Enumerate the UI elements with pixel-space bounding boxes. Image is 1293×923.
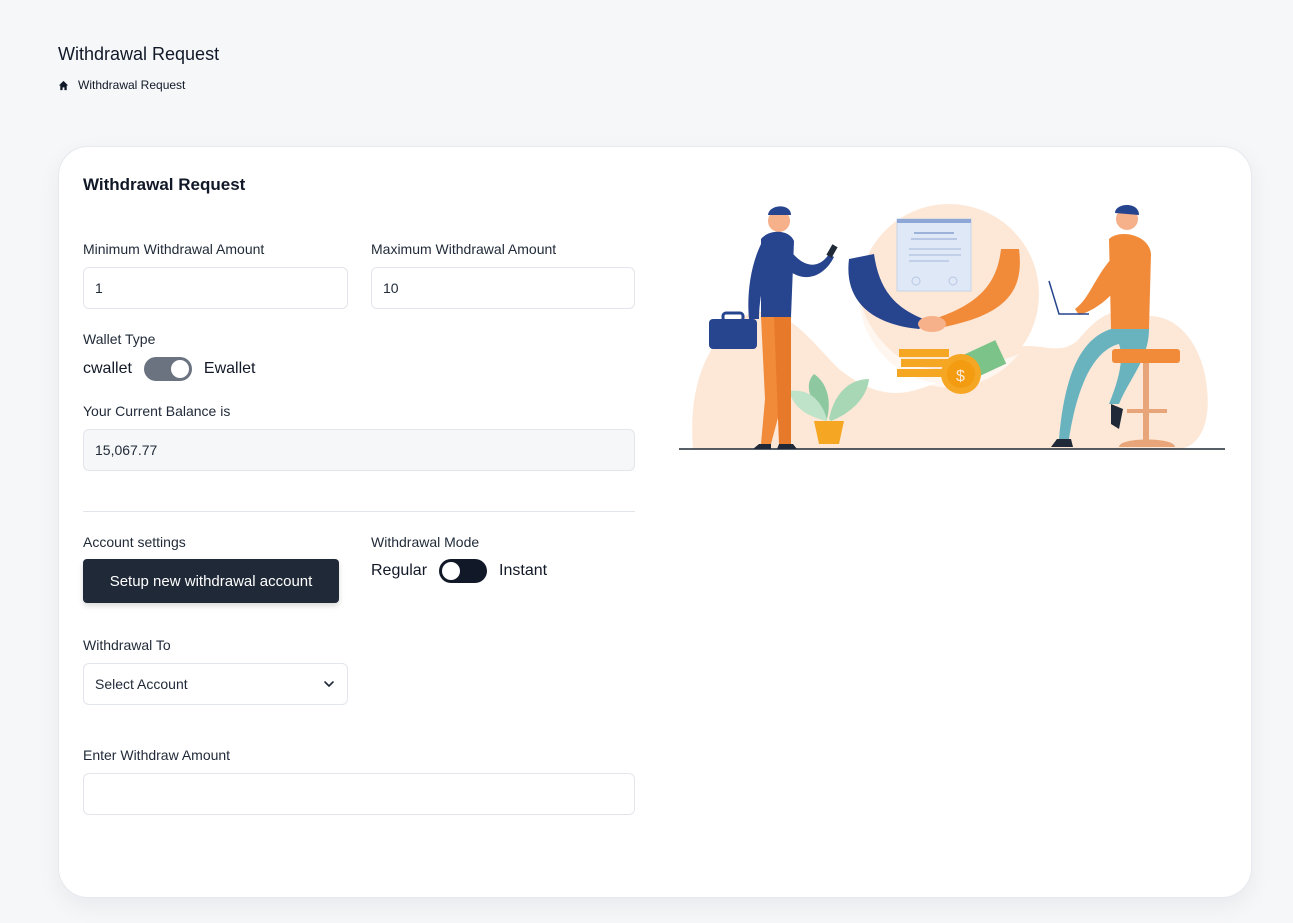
switch-knob [170, 360, 189, 378]
withdraw-amount-input[interactable] [83, 773, 635, 815]
select-value: Select Account [95, 676, 188, 692]
max-amount-label: Maximum Withdrawal Amount [371, 241, 557, 257]
account-settings-label: Account settings [83, 534, 186, 550]
withdrawal-to-label: Withdrawal To [83, 637, 171, 653]
mode-option-regular: Regular [371, 562, 428, 579]
min-amount-input[interactable] [83, 267, 348, 309]
svg-text:$: $ [956, 368, 965, 385]
withdraw-amount-label: Enter Withdraw Amount [83, 747, 231, 763]
min-amount-label: Minimum Withdrawal Amount [83, 241, 265, 257]
wallet-type-toggle-row: cwallet Ewallet [83, 357, 255, 381]
wallet-option-cwallet: cwallet [83, 360, 132, 377]
setup-withdrawal-account-button[interactable]: Setup new withdrawal account [83, 559, 339, 603]
withdrawal-mode-toggle-row: Regular Instant [371, 559, 547, 583]
max-amount-input[interactable] [371, 267, 635, 309]
card-title: Withdrawal Request [83, 175, 246, 194]
mode-option-instant: Instant [499, 562, 548, 579]
withdrawal-mode-label: Withdrawal Mode [371, 534, 480, 550]
wallet-option-ewallet: Ewallet [203, 360, 256, 377]
divider [83, 511, 635, 512]
handshake-illustration: $ [679, 204, 1225, 450]
balance-field [83, 429, 635, 471]
breadcrumb: Withdrawal Request [58, 78, 185, 92]
withdrawal-account-select[interactable]: Select Account [83, 663, 348, 705]
breadcrumb-current: Withdrawal Request [78, 78, 186, 92]
withdrawal-card: Withdrawal Request Minimum Withdrawal Am… [58, 146, 1252, 898]
chevron-down-icon [324, 681, 334, 687]
page-title: Withdrawal Request [58, 44, 220, 64]
balance-label: Your Current Balance is [83, 403, 231, 419]
wallet-type-switch[interactable] [143, 357, 192, 381]
withdrawal-mode-switch[interactable] [439, 559, 488, 583]
wallet-type-label: Wallet Type [83, 331, 156, 347]
switch-knob [442, 562, 461, 580]
home-icon[interactable] [58, 80, 69, 91]
